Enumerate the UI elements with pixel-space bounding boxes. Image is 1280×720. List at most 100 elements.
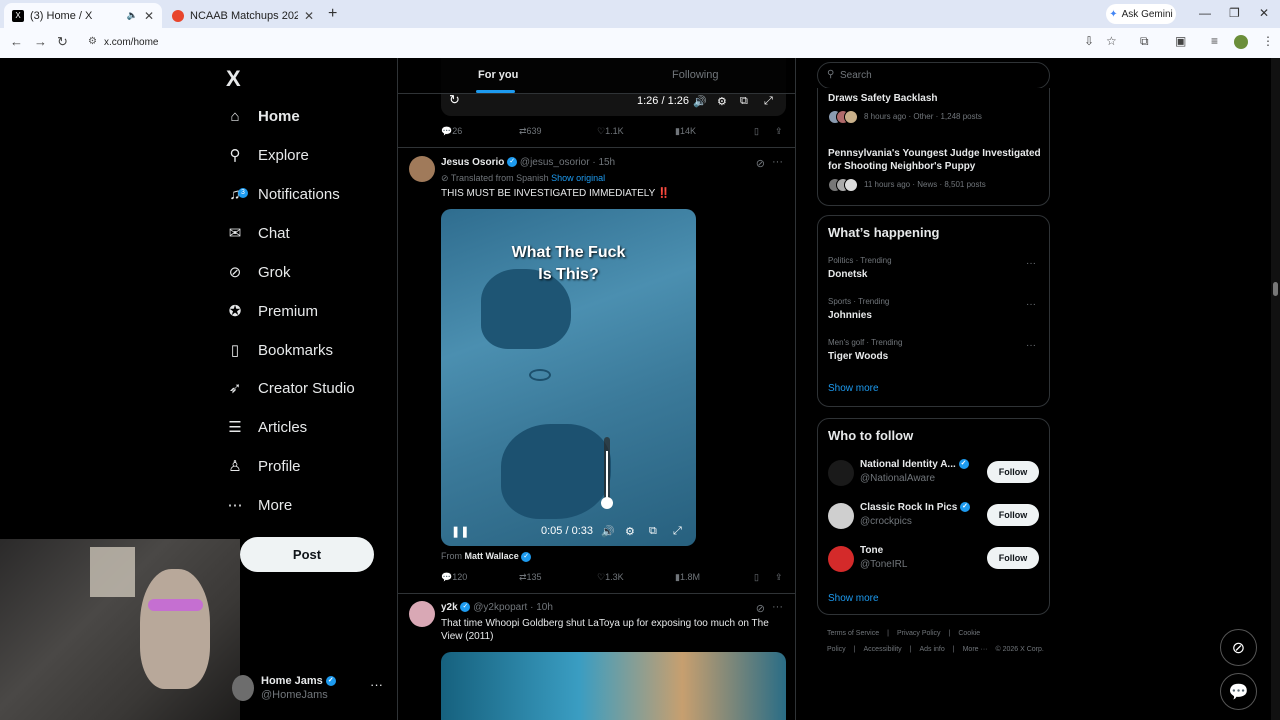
footer-link[interactable]: More ··· [963, 646, 988, 653]
trend-name[interactable]: Donetsk [828, 269, 867, 280]
sidebar-item-chat[interactable]: ✉ Chat [226, 217, 290, 249]
bookmark-icon[interactable]: ▯ [754, 572, 759, 583]
messages-floating-icon[interactable]: 💬 [1220, 673, 1257, 710]
back-icon[interactable]: ← [10, 34, 23, 49]
ask-gemini-button[interactable]: ✦ Ask Gemini [1106, 4, 1176, 24]
more-options-icon[interactable]: ··· [370, 677, 383, 692]
avatar[interactable] [409, 156, 435, 182]
sidebar-item-grok[interactable]: ⊘ Grok [226, 256, 291, 288]
follow-button[interactable]: Follow [987, 504, 1039, 526]
follow-button[interactable]: Follow [987, 547, 1039, 569]
repost-button[interactable]: ⇄ 135 [519, 572, 542, 583]
menu-icon[interactable]: ⋮ [1262, 34, 1274, 48]
pip-icon[interactable]: ⧉ [649, 525, 657, 538]
share-icon[interactable]: ⇪ [775, 126, 783, 137]
star-icon[interactable]: ☆ [1106, 34, 1117, 48]
tweet-time[interactable]: 15h [598, 157, 615, 168]
account-name[interactable]: Tone [860, 545, 883, 556]
tab-for-you[interactable]: For you [478, 69, 518, 81]
follow-button[interactable]: Follow [987, 461, 1039, 483]
grok-icon[interactable]: ⊘ [756, 602, 765, 615]
news-title[interactable]: Pennsylvania's Youngest Judge Investigat… [828, 147, 1043, 173]
footer-link[interactable]: © 2026 X Corp. [995, 646, 1043, 653]
url-field[interactable]: ⚙ x.com/home [80, 31, 1080, 53]
account-switcher[interactable]: Home Jams ✓ @HomeJams ··· [232, 673, 392, 705]
volume-icon[interactable]: 🔊 [601, 525, 615, 538]
tab-home-x[interactable]: X (3) Home / X 🔈 ✕ [4, 3, 162, 28]
more-options-icon[interactable]: ··· [1026, 340, 1036, 351]
more-options-icon[interactable]: ··· [1026, 299, 1036, 310]
sidebar-item-home[interactable]: ⌂ Home [226, 100, 299, 132]
profile-avatar-icon[interactable] [1234, 35, 1248, 49]
x-logo[interactable]: X [226, 66, 241, 92]
share-icon[interactable]: ⇪ [775, 572, 783, 583]
search-input[interactable]: ⚲ Search [817, 62, 1050, 89]
grok-floating-icon[interactable]: ⊘ [1220, 629, 1257, 666]
avatar[interactable] [828, 460, 854, 486]
avatar[interactable] [409, 601, 435, 627]
reply-button[interactable]: 💬 26 [441, 126, 462, 137]
show-more-link[interactable]: Show more [828, 383, 879, 394]
sidebar-item-bookmarks[interactable]: ▯ Bookmarks [226, 334, 333, 366]
tweet-time[interactable]: 10h [536, 602, 553, 613]
new-tab-button[interactable]: + [328, 5, 337, 23]
show-original-link[interactable]: Show original [551, 173, 605, 183]
account-name[interactable]: Classic Rock In Pics ✓ [860, 502, 971, 513]
sidebar-item-articles[interactable]: ☰ Articles [226, 411, 307, 443]
reload-icon[interactable]: ↻ [57, 34, 68, 50]
close-tab-icon[interactable]: ✕ [144, 9, 154, 23]
views-button[interactable]: ▮ 1.8M [675, 572, 700, 583]
footer-link[interactable]: Privacy Policy [897, 630, 941, 637]
grok-icon[interactable]: ⊘ [756, 157, 765, 170]
source-name[interactable]: Matt Wallace [465, 551, 519, 561]
author-handle[interactable]: @y2kpopart [473, 602, 527, 613]
settings-icon[interactable]: ⚙ [717, 95, 727, 108]
tab-following[interactable]: Following [672, 69, 718, 81]
media-icon[interactable]: ≡ [1211, 34, 1218, 48]
views-button[interactable]: ▮ 14K [675, 126, 696, 137]
sidebar-item-notifications[interactable]: ♫ 3 Notifications [226, 178, 339, 210]
close-window-icon[interactable]: ✕ [1259, 6, 1269, 20]
sidebar-item-explore[interactable]: ⚲ Explore [226, 139, 309, 171]
pip-icon[interactable]: ⧉ [740, 95, 748, 108]
more-options-icon[interactable]: ··· [772, 156, 783, 168]
extensions-icon[interactable]: ⧉ [1140, 34, 1149, 49]
tweet-media[interactable] [441, 652, 786, 720]
install-icon[interactable]: ⇩ [1084, 34, 1094, 48]
site-info-icon[interactable]: ⚙ [88, 36, 97, 47]
close-tab-icon[interactable]: ✕ [304, 9, 314, 23]
forward-icon[interactable]: → [34, 34, 47, 49]
repost-button[interactable]: ⇄ 639 [519, 126, 542, 137]
settings-icon[interactable]: ⚙ [625, 525, 635, 538]
trend-name[interactable]: Johnnies [828, 310, 872, 321]
tab-ncaab[interactable]: NCAAB Matchups 2025-2026 · ✕ [164, 3, 322, 28]
footer-link[interactable]: Ads info [919, 646, 944, 653]
more-options-icon[interactable]: ··· [1026, 258, 1036, 269]
news-title[interactable]: Draws Safety Backlash [828, 92, 1043, 105]
fullscreen-icon[interactable]: ⤢ [764, 95, 773, 108]
author-name[interactable]: y2k [441, 602, 458, 613]
fullscreen-icon[interactable]: ⤢ [673, 525, 682, 538]
reply-button[interactable]: 💬 120 [441, 572, 467, 583]
sidepanel-icon[interactable]: ▣ [1175, 34, 1186, 48]
minimize-icon[interactable]: — [1199, 6, 1211, 20]
footer-link[interactable]: Accessibility [864, 646, 902, 653]
sidebar-item-more[interactable]: ⋯ More [226, 489, 293, 521]
show-more-link[interactable]: Show more [828, 593, 879, 604]
replay-icon[interactable]: ↻ [449, 92, 460, 108]
more-options-icon[interactable]: ··· [772, 601, 783, 613]
scrollbar[interactable] [1271, 58, 1280, 720]
avatar[interactable] [828, 503, 854, 529]
trend-name[interactable]: Tiger Woods [828, 351, 888, 362]
sidebar-item-premium[interactable]: ✪ Premium [226, 295, 318, 327]
account-name[interactable]: National Identity A... ✓ [860, 459, 969, 470]
like-button[interactable]: ♡ 1.3K [597, 572, 624, 583]
volume-knob[interactable] [601, 497, 613, 509]
bookmark-icon[interactable]: ▯ [754, 126, 759, 137]
video-player[interactable]: What The Fuck Is This? ❚❚ 0:05 / 0:33 🔊 … [441, 209, 696, 546]
sidebar-item-profile[interactable]: ♙ Profile [226, 450, 300, 482]
author-handle[interactable]: @jesus_osorior [520, 157, 590, 168]
sidebar-item-creator-studio[interactable]: ➶ Creator Studio [226, 372, 355, 404]
like-button[interactable]: ♡ 1.1K [597, 126, 624, 137]
scrollbar-thumb[interactable] [1273, 282, 1278, 296]
